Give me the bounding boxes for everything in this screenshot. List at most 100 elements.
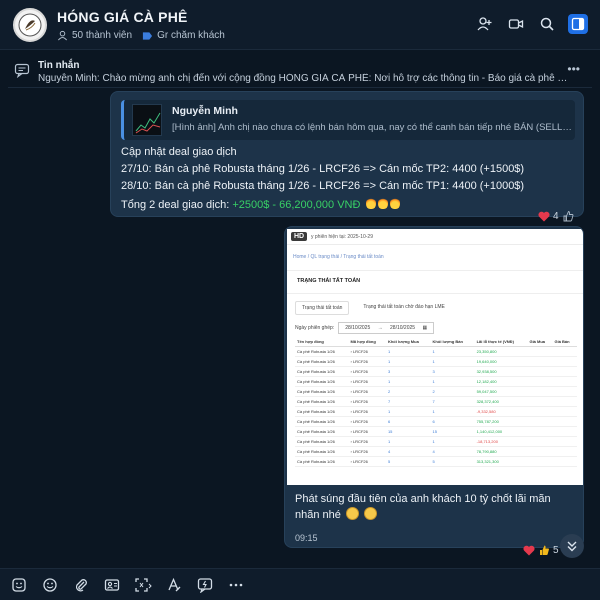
search-icon[interactable]: [537, 14, 557, 34]
thumbs-up-icon[interactable]: [562, 210, 574, 222]
quick-message-icon[interactable]: [196, 576, 214, 594]
table-cell: [552, 396, 577, 407]
message-total-line: Tổng 2 deal giao dịch: +2500$ - 66,200,0…: [121, 197, 400, 211]
table-row: Cà phê Robusta 1/26 › LRCF26 4 4 78,790,880: [295, 446, 577, 457]
quoted-image-thumbnail: [132, 104, 162, 136]
quoted-text: [Hình ảnh] Anh chị nào chưa có lệnh bán …: [172, 122, 572, 133]
contact-card-icon[interactable]: [103, 576, 121, 594]
table-cell: [527, 396, 553, 407]
table-cell: 2: [385, 386, 431, 397]
user-icon: [58, 30, 67, 41]
table-cell: 3: [430, 366, 475, 377]
message-bubble-image[interactable]: HD y phiên hiện tại: 2025-10-29 Home / Q…: [284, 226, 584, 548]
table-cell: 78,790,880: [474, 446, 528, 457]
thumbs-up-icon: [540, 545, 549, 555]
table-cell: [527, 346, 553, 357]
emoji-icon[interactable]: [41, 576, 59, 594]
table-cell: 1: [385, 376, 431, 387]
table-cell: 15: [430, 426, 475, 437]
contract-code: LRCF26: [352, 359, 368, 364]
table-cell: 755,787,200: [474, 416, 528, 427]
tab-settlement-status: Trạng thái tất toán: [295, 301, 350, 315]
table-cell: Cà phê Robusta 1/26: [295, 446, 349, 457]
table-row: Cà phê Robusta 1/26 › LRCF26 2 2 59,047,500: [295, 386, 577, 397]
contract-code: LRCF26: [352, 439, 368, 444]
coffee-logo-icon: [18, 13, 42, 37]
table-cell: 4: [430, 446, 475, 457]
hd-badge: HD: [291, 232, 308, 241]
table-cell: 12,182,400: [474, 376, 528, 387]
contract-code: LRCF26: [352, 419, 368, 424]
message-time: 09:15: [295, 533, 318, 543]
table-cell: [527, 436, 553, 447]
group-title[interactable]: HÓNG GIÁ CÀ PHÊ: [57, 9, 188, 25]
attach-icon[interactable]: [72, 576, 90, 594]
scroll-to-bottom-button[interactable]: [560, 534, 584, 558]
chat-header: HÓNG GIÁ CÀ PHÊ 50 thành viên Gr chăm kh…: [0, 0, 600, 50]
table-cell: Cà phê Robusta 1/26: [295, 456, 349, 467]
screenshot-icon[interactable]: [134, 576, 152, 594]
format-text-icon[interactable]: [165, 576, 183, 594]
quoted-author: Nguyễn Minh: [172, 105, 238, 117]
fire-emoji-icon: [389, 197, 400, 209]
tag-icon: [142, 31, 153, 40]
table-row: Cà phê Robusta 1/26 › LRCF26 1 1 -9,332,580: [295, 406, 577, 417]
message-bubble[interactable]: Nguyễn Minh [Hình ảnh] Anh chị nào chưa …: [110, 91, 584, 217]
table-cell: › LRCF26: [348, 416, 386, 427]
table-row: Cà phê Robusta 1/26 › LRCF26 1 1 19,640,000: [295, 356, 577, 367]
sidebar-toggle-icon[interactable]: [568, 14, 588, 34]
filter-label: Ngày phiên ghép:: [295, 325, 335, 331]
add-member-icon[interactable]: [475, 14, 495, 34]
reaction-summary[interactable]: 5: [523, 544, 559, 556]
table-cell: 1: [430, 346, 475, 357]
table-cell: [527, 406, 553, 417]
member-count[interactable]: 50 thành viên: [57, 30, 132, 41]
table-header-cell: Khối lượng Bán: [430, 337, 475, 347]
table-cell: › LRCF26: [348, 456, 386, 467]
table-cell: [552, 416, 577, 427]
divider: [287, 270, 583, 271]
table-row: Cà phê Robusta 1/26 › LRCF26 6 6 755,787,200: [295, 416, 577, 427]
table-cell: [527, 426, 553, 437]
pinned-message[interactable]: Tin nhắn Nguyễn Minh: Chào mừng anh chị …: [8, 56, 592, 88]
table-cell: 1: [430, 436, 475, 447]
table-cell: › LRCF26: [348, 376, 386, 387]
shared-screenshot[interactable]: HD y phiên hiện tại: 2025-10-29 Home / Q…: [287, 229, 583, 485]
quoted-reply[interactable]: Nguyễn Minh [Hình ảnh] Anh chị nào chưa …: [121, 100, 575, 140]
table-cell: [527, 416, 553, 427]
contract-code: LRCF26: [352, 409, 368, 414]
community-tag-label: Gr chăm khách: [157, 30, 225, 41]
more-icon[interactable]: [227, 576, 245, 594]
date-separator: →: [377, 325, 383, 331]
reaction-summary[interactable]: 4: [538, 210, 574, 222]
table-cell: 1: [430, 356, 475, 367]
video-call-icon[interactable]: [506, 14, 526, 34]
table-cell: 1: [385, 346, 431, 357]
table-row: Cà phê Robusta 1/26 › LRCF26 1 1 12,182,400: [295, 376, 577, 387]
community-tag[interactable]: Gr chăm khách: [142, 30, 225, 41]
message-line: 28/10: Bán cà phê Robusta tháng 1/26 - L…: [121, 180, 525, 192]
table-cell: 5: [430, 456, 475, 467]
sticker-icon[interactable]: [10, 576, 28, 594]
table-row: Cà phê Robusta 1/26 › LRCF26 5 5 313,321,300: [295, 456, 577, 467]
table-cell: 5: [385, 456, 431, 467]
table-header-cell: Giá Mua: [527, 337, 553, 347]
table-cell: 7: [430, 396, 475, 407]
table-cell: [552, 456, 577, 467]
table-cell: 7: [385, 396, 431, 407]
table-cell: 1: [385, 356, 431, 367]
contract-code: LRCF26: [352, 459, 368, 464]
group-avatar[interactable]: [13, 8, 47, 42]
table-header-cell: Giá Bán: [552, 337, 577, 347]
table-cell: [552, 376, 577, 387]
tab-pending-settlement: Trạng thái tất toán chờ đáo hạn LME: [363, 304, 445, 310]
message-icon: [14, 62, 30, 83]
table-cell: [552, 426, 577, 437]
message-text-content: Phát súng đầu tiên của anh khách 10 tỷ c…: [295, 493, 551, 521]
table-cell: 1: [430, 376, 475, 387]
table-cell: › LRCF26: [348, 446, 386, 457]
table-row: Cà phê Robusta 1/26 › LRCF26 3 3 32,938,500: [295, 366, 577, 377]
table-cell: 32,938,500: [474, 366, 528, 377]
pinned-more-icon[interactable]: •••: [567, 62, 580, 76]
table-cell: [552, 346, 577, 357]
